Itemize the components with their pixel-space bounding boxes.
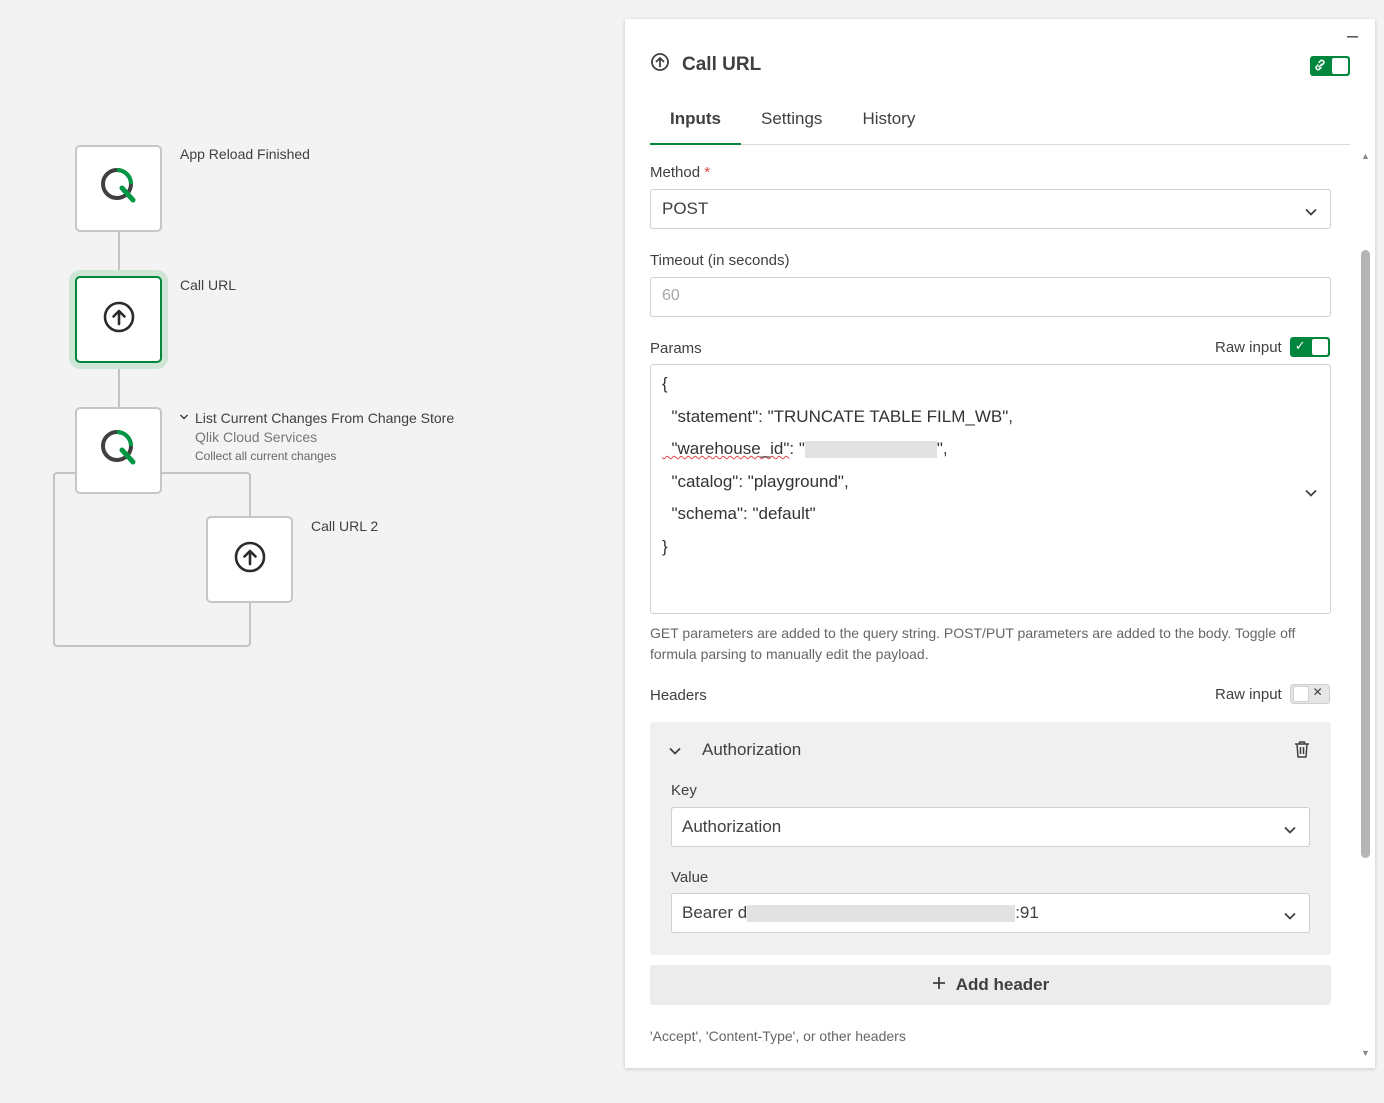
qlik-logo-icon — [99, 428, 139, 473]
raw-input-label: Raw input — [1215, 338, 1282, 356]
panel-header: Call URL — [650, 52, 761, 77]
flow-canvas[interactable]: App Reload Finished Call URL List Curren… — [0, 0, 620, 1103]
flow-node-call-url-2[interactable] — [206, 516, 293, 603]
flow-node-list-changes[interactable] — [75, 407, 162, 494]
minimize-icon[interactable]: – — [1347, 25, 1358, 48]
headers-help: 'Accept', 'Content-Type', or other heade… — [650, 1028, 906, 1044]
params-line: "statement": "TRUNCATE TABLE FILM_WB", — [662, 406, 1013, 426]
upload-circle-icon — [650, 52, 670, 77]
method-value: POST — [662, 199, 709, 218]
link-icon — [1314, 58, 1326, 75]
params-line: "warehouse_id": " ", — [662, 438, 1319, 471]
panel-title: Call URL — [682, 53, 762, 75]
link-toggle[interactable] — [1310, 56, 1350, 76]
connector-line — [118, 362, 120, 408]
node-title: Call URL 2 — [311, 518, 379, 534]
timeout-label: Timeout (in seconds) — [650, 252, 790, 269]
scrollbar-thumb[interactable] — [1361, 250, 1370, 858]
header-value-input[interactable]: Bearer d :91 — [671, 893, 1310, 933]
chevron-down-icon[interactable] — [668, 743, 682, 761]
chevron-down-icon[interactable] — [1304, 483, 1318, 503]
scroll-up-icon[interactable]: ▲ — [1361, 151, 1370, 161]
params-raw-input-toggle[interactable]: ✓ — [1289, 337, 1330, 357]
header-item: Authorization Key Authorization Value Be… — [650, 722, 1331, 955]
add-header-button[interactable]: Add header — [650, 965, 1331, 1005]
node-title: App Reload Finished — [180, 146, 310, 162]
panel-tabs: Inputs Settings History — [650, 101, 1350, 145]
params-line: { — [662, 374, 668, 393]
redacted-value — [804, 441, 937, 459]
check-icon: ✓ — [1294, 338, 1306, 353]
headers-raw-input: Raw input ✕ — [1215, 684, 1330, 704]
headers-raw-input-toggle[interactable]: ✕ — [1289, 684, 1330, 704]
headers-label: Headers — [650, 687, 707, 704]
connector-line — [118, 231, 120, 277]
node-title: Call URL — [180, 277, 237, 293]
redacted-value — [747, 905, 1016, 923]
scroll-down-icon[interactable]: ▼ — [1361, 1048, 1370, 1058]
chevron-down-icon — [1283, 906, 1297, 926]
timeout-input[interactable]: 60 — [650, 277, 1331, 317]
params-line: } — [662, 536, 668, 556]
flow-node-app-reload[interactable] — [75, 145, 162, 232]
chevron-down-icon — [1283, 820, 1297, 840]
close-icon: ✕ — [1312, 685, 1323, 699]
chevron-down-icon — [1304, 202, 1318, 222]
raw-input-label: Raw input — [1215, 685, 1282, 703]
trash-icon[interactable] — [1294, 740, 1310, 764]
block-config-panel: – Call URL Inputs Settings History Metho… — [625, 19, 1375, 1068]
params-raw-input: Raw input ✓ — [1215, 337, 1330, 357]
params-key: "warehouse_id" — [662, 439, 790, 458]
tab-inputs[interactable]: Inputs — [650, 101, 741, 145]
qlik-logo-icon — [99, 166, 139, 211]
method-label-text: Method — [650, 164, 701, 181]
header-key-select[interactable]: Authorization — [671, 807, 1310, 847]
params-line: "schema": "default" — [662, 504, 816, 523]
tab-settings[interactable]: Settings — [741, 101, 842, 145]
params-help: GET parameters are added to the query st… — [650, 625, 1296, 662]
method-label: Method * — [650, 164, 710, 181]
plus-icon — [932, 975, 946, 995]
params-line: "catalog": "playground", — [662, 471, 849, 491]
value-label: Value — [671, 869, 709, 886]
toggle-knob — [1292, 686, 1309, 702]
key-label: Key — [671, 782, 697, 799]
timeout-placeholder: 60 — [662, 287, 680, 304]
upload-circle-icon — [102, 300, 136, 339]
flow-node-call-url[interactable] — [75, 276, 162, 363]
header-key-value: Authorization — [682, 817, 782, 836]
node-title: List Current Changes From Change Store — [195, 410, 455, 426]
params-editor[interactable]: { "statement": "TRUNCATE TABLE FILM_WB",… — [650, 364, 1331, 614]
method-select[interactable]: POST — [650, 189, 1331, 229]
params-line-end: ", — [936, 439, 948, 458]
header-item-name: Authorization — [702, 740, 802, 759]
required-mark: * — [704, 164, 711, 181]
tab-history[interactable]: History — [842, 101, 935, 145]
scrollbar[interactable]: ▲ ▼ — [1359, 147, 1371, 1065]
node-description: Collect all current changes — [195, 449, 337, 463]
params-separator: : " — [789, 439, 805, 458]
add-header-label: Add header — [955, 975, 1050, 994]
upload-circle-icon — [233, 540, 267, 579]
chevron-down-icon[interactable] — [179, 413, 189, 424]
toggle-knob — [1311, 339, 1328, 355]
params-label: Params — [650, 340, 702, 357]
header-value-suffix: :91 — [1015, 903, 1039, 922]
toggle-knob — [1332, 58, 1348, 74]
node-subtitle: Qlik Cloud Services — [195, 429, 318, 445]
header-value-prefix: Bearer d — [682, 903, 748, 922]
